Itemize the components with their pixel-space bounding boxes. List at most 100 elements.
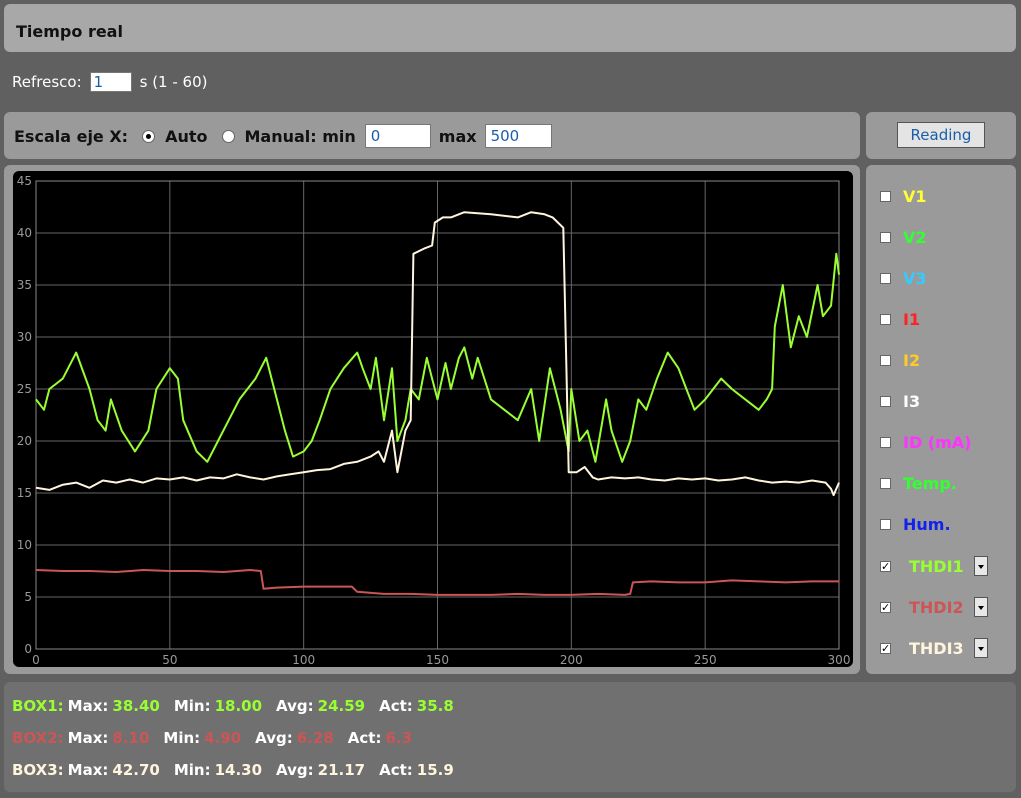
x-tick-label: 300 [828, 653, 851, 667]
stat-act-label: Act: [347, 729, 382, 747]
chart-panel: 0 50 100 150 200 250 300 0 5 10 15 20 25 30 35 40 45 [4, 165, 860, 674]
stat-avg-value: 6.28 [296, 729, 334, 747]
box-select-dropdown[interactable] [973, 556, 988, 576]
title-bar: Tiempo real [4, 4, 1016, 52]
series-checkbox[interactable]: ✓ [880, 642, 891, 654]
legend-item-thdi3[interactable]: ✓ THDI3 [880, 638, 988, 658]
auto-label: Auto [165, 126, 208, 146]
legend-label: THDI2 [909, 597, 964, 617]
legend-label: V1 [903, 187, 927, 206]
legend-label: ID (mA) [903, 433, 972, 452]
stats-row: BOX3: Max: 42.70 Min: 14.30 Avg: 21.17 Act: 15.9 [12, 761, 468, 779]
legend-item-hum[interactable]: Hum. [880, 515, 951, 534]
series-checkbox[interactable] [880, 355, 891, 366]
stat-act-label: Act: [379, 697, 413, 715]
y-tick-label: 5 [24, 590, 32, 604]
stat-max-value: 8.10 [112, 729, 150, 747]
stat-act-value: 15.9 [416, 761, 454, 779]
stat-max-label: Max: [67, 729, 109, 747]
stat-avg-value: 21.17 [317, 761, 366, 779]
legend-panel: V1 V2 V3 I1 I2 I3 ID (mA) Temp. Hum. ✓ THDI1 ✓ THDI2… [866, 165, 1016, 674]
legend-item-i2[interactable]: I2 [880, 351, 920, 370]
series-checkbox[interactable] [880, 273, 891, 284]
stats-row: BOX2: Max: 8.10 Min: 4.90 Avg: 6.28 Act: 6.3 [12, 729, 426, 747]
legend-item-thdi1[interactable]: ✓ THDI1 [880, 556, 988, 576]
series-checkbox[interactable] [880, 478, 891, 489]
manual-label: Manual: min [244, 126, 356, 146]
stat-avg-label: Avg: [276, 697, 314, 715]
stat-act-value: 35.8 [416, 697, 454, 715]
series-checkbox[interactable] [880, 437, 891, 448]
series-checkbox[interactable] [880, 232, 891, 243]
legend-item-v2[interactable]: V2 [880, 228, 927, 247]
legend-item-i3[interactable]: I3 [880, 392, 920, 411]
max-input[interactable] [484, 124, 552, 148]
stats-panel: BOX1: Max: 38.40 Min: 18.00 Avg: 24.59 Act: 35.8… [4, 682, 1016, 792]
y-tick-label: 20 [17, 434, 32, 448]
stat-min-label: Min: [173, 697, 211, 715]
legend-item-thdi2[interactable]: ✓ THDI2 [880, 597, 988, 617]
y-tick-label: 30 [17, 330, 32, 344]
stat-max-value: 38.40 [112, 697, 160, 715]
legend-item-id-ma[interactable]: ID (mA) [880, 433, 971, 452]
box-select-dropdown[interactable] [973, 638, 988, 658]
y-tick-label: 0 [24, 642, 32, 656]
legend-label: I3 [903, 392, 921, 411]
refresh-input[interactable] [89, 72, 132, 92]
xscale-panel: Escala eje X: Auto Manual: min max [4, 112, 860, 159]
series-checkbox[interactable]: ✓ [880, 560, 891, 572]
legend-label: Temp. [903, 474, 957, 493]
stat-min-label: Min: [173, 761, 211, 779]
reading-panel: Reading [866, 112, 1016, 159]
x-tick-label: 100 [292, 653, 315, 667]
legend-label: Hum. [903, 515, 951, 534]
legend-label: V2 [903, 228, 927, 247]
stats-row: BOX1: Max: 38.40 Min: 18.00 Avg: 24.59 Act: 35.8 [12, 697, 468, 715]
x-tick-label: 250 [694, 653, 717, 667]
x-tick-label: 0 [32, 653, 40, 667]
legend-label: V3 [903, 269, 927, 288]
stat-min-value: 4.90 [204, 729, 242, 747]
stat-max-value: 42.70 [112, 761, 160, 779]
y-tick-label: 15 [17, 486, 32, 500]
stat-avg-value: 24.59 [317, 697, 366, 715]
series-checkbox[interactable] [880, 519, 891, 530]
refresh-range: s (1 - 60) [139, 73, 208, 91]
x-tick-label: 200 [560, 653, 583, 667]
x-tick-label: 150 [426, 653, 449, 667]
series-checkbox[interactable]: ✓ [880, 601, 891, 613]
stat-min-value: 14.30 [214, 761, 263, 779]
y-tick-label: 40 [17, 226, 32, 240]
manual-radio[interactable] [221, 129, 235, 143]
box-select-dropdown[interactable] [973, 597, 988, 617]
x-tick-label: 50 [162, 653, 177, 667]
series-checkbox[interactable] [880, 396, 891, 407]
legend-label: THDI1 [909, 556, 964, 576]
legend-item-temp[interactable]: Temp. [880, 474, 957, 493]
y-tick-label: 45 [17, 174, 32, 188]
refresh-label: Refresco: [12, 73, 82, 91]
series-checkbox[interactable] [880, 191, 891, 202]
y-tick-label: 10 [17, 538, 32, 552]
auto-radio[interactable] [142, 129, 156, 143]
box-label: BOX3: [12, 761, 64, 779]
min-input[interactable] [364, 124, 431, 148]
stat-min-value: 18.00 [214, 697, 263, 715]
stat-act-value: 6.3 [385, 729, 413, 747]
max-label: max [438, 126, 477, 146]
series-checkbox[interactable] [880, 314, 891, 325]
box-label: BOX2: [12, 729, 64, 747]
legend-item-v1[interactable]: V1 [880, 187, 927, 206]
refresh-row: Refresco: s (1 - 60) [12, 70, 208, 94]
y-tick-label: 25 [17, 382, 32, 396]
xscale-label: Escala eje X: [14, 126, 129, 146]
legend-label: I2 [903, 351, 921, 370]
stat-avg-label: Avg: [255, 729, 293, 747]
legend-item-v3[interactable]: V3 [880, 269, 927, 288]
stat-max-label: Max: [67, 761, 109, 779]
legend-label: THDI3 [909, 638, 964, 658]
stat-act-label: Act: [379, 761, 413, 779]
stat-min-label: Min: [163, 729, 201, 747]
reading-button[interactable]: Reading [897, 122, 985, 148]
legend-item-i1[interactable]: I1 [880, 310, 920, 329]
